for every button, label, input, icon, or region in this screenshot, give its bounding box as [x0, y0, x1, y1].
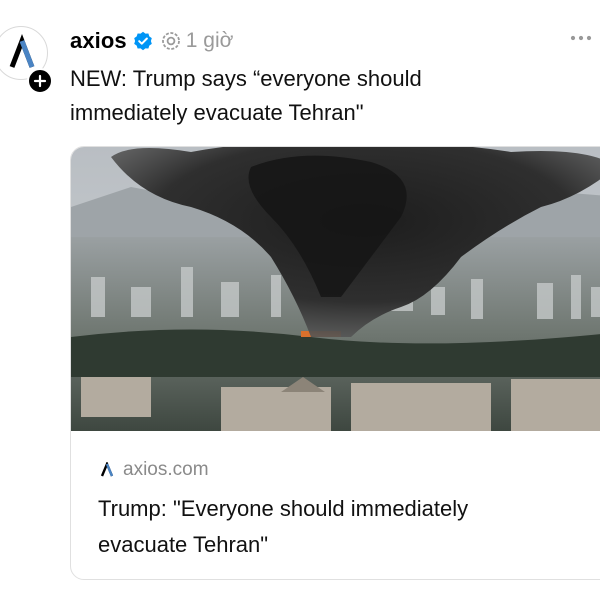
post-text-line-1: NEW: Trump says “everyone should: [70, 66, 422, 91]
axios-favicon-icon: [100, 462, 114, 477]
card-title: Trump: "Everyone should immediately evac…: [98, 491, 568, 563]
link-preview-card[interactable]: axios.com Trump: "Everyone should immedi…: [70, 146, 600, 580]
plus-icon: [33, 74, 47, 88]
post-text-line-2: immediately evacuate Tehran": [70, 100, 364, 125]
card-domain: axios.com: [123, 459, 209, 480]
card-title-line-1: Trump: "Everyone should immediately: [98, 496, 469, 521]
ai-label-icon[interactable]: [161, 31, 181, 51]
smoke-over-city-photo: [71, 147, 600, 431]
card-domain-row: axios.com: [99, 459, 209, 481]
card-title-line-2: evacuate Tehran": [98, 532, 269, 557]
post-header: axios 1 giờ: [70, 24, 233, 58]
post-text: NEW: Trump says “everyone should immedia…: [70, 62, 590, 130]
threads-post: axios 1 giờ NEW: Trump says “everyone sh…: [0, 0, 600, 600]
follow-button[interactable]: [27, 68, 53, 94]
more-horizontal-icon[interactable]: [568, 28, 594, 48]
post-timestamp: 1 giờ: [185, 29, 234, 52]
verified-badge-icon: [133, 31, 152, 51]
author-username[interactable]: axios: [70, 28, 127, 54]
